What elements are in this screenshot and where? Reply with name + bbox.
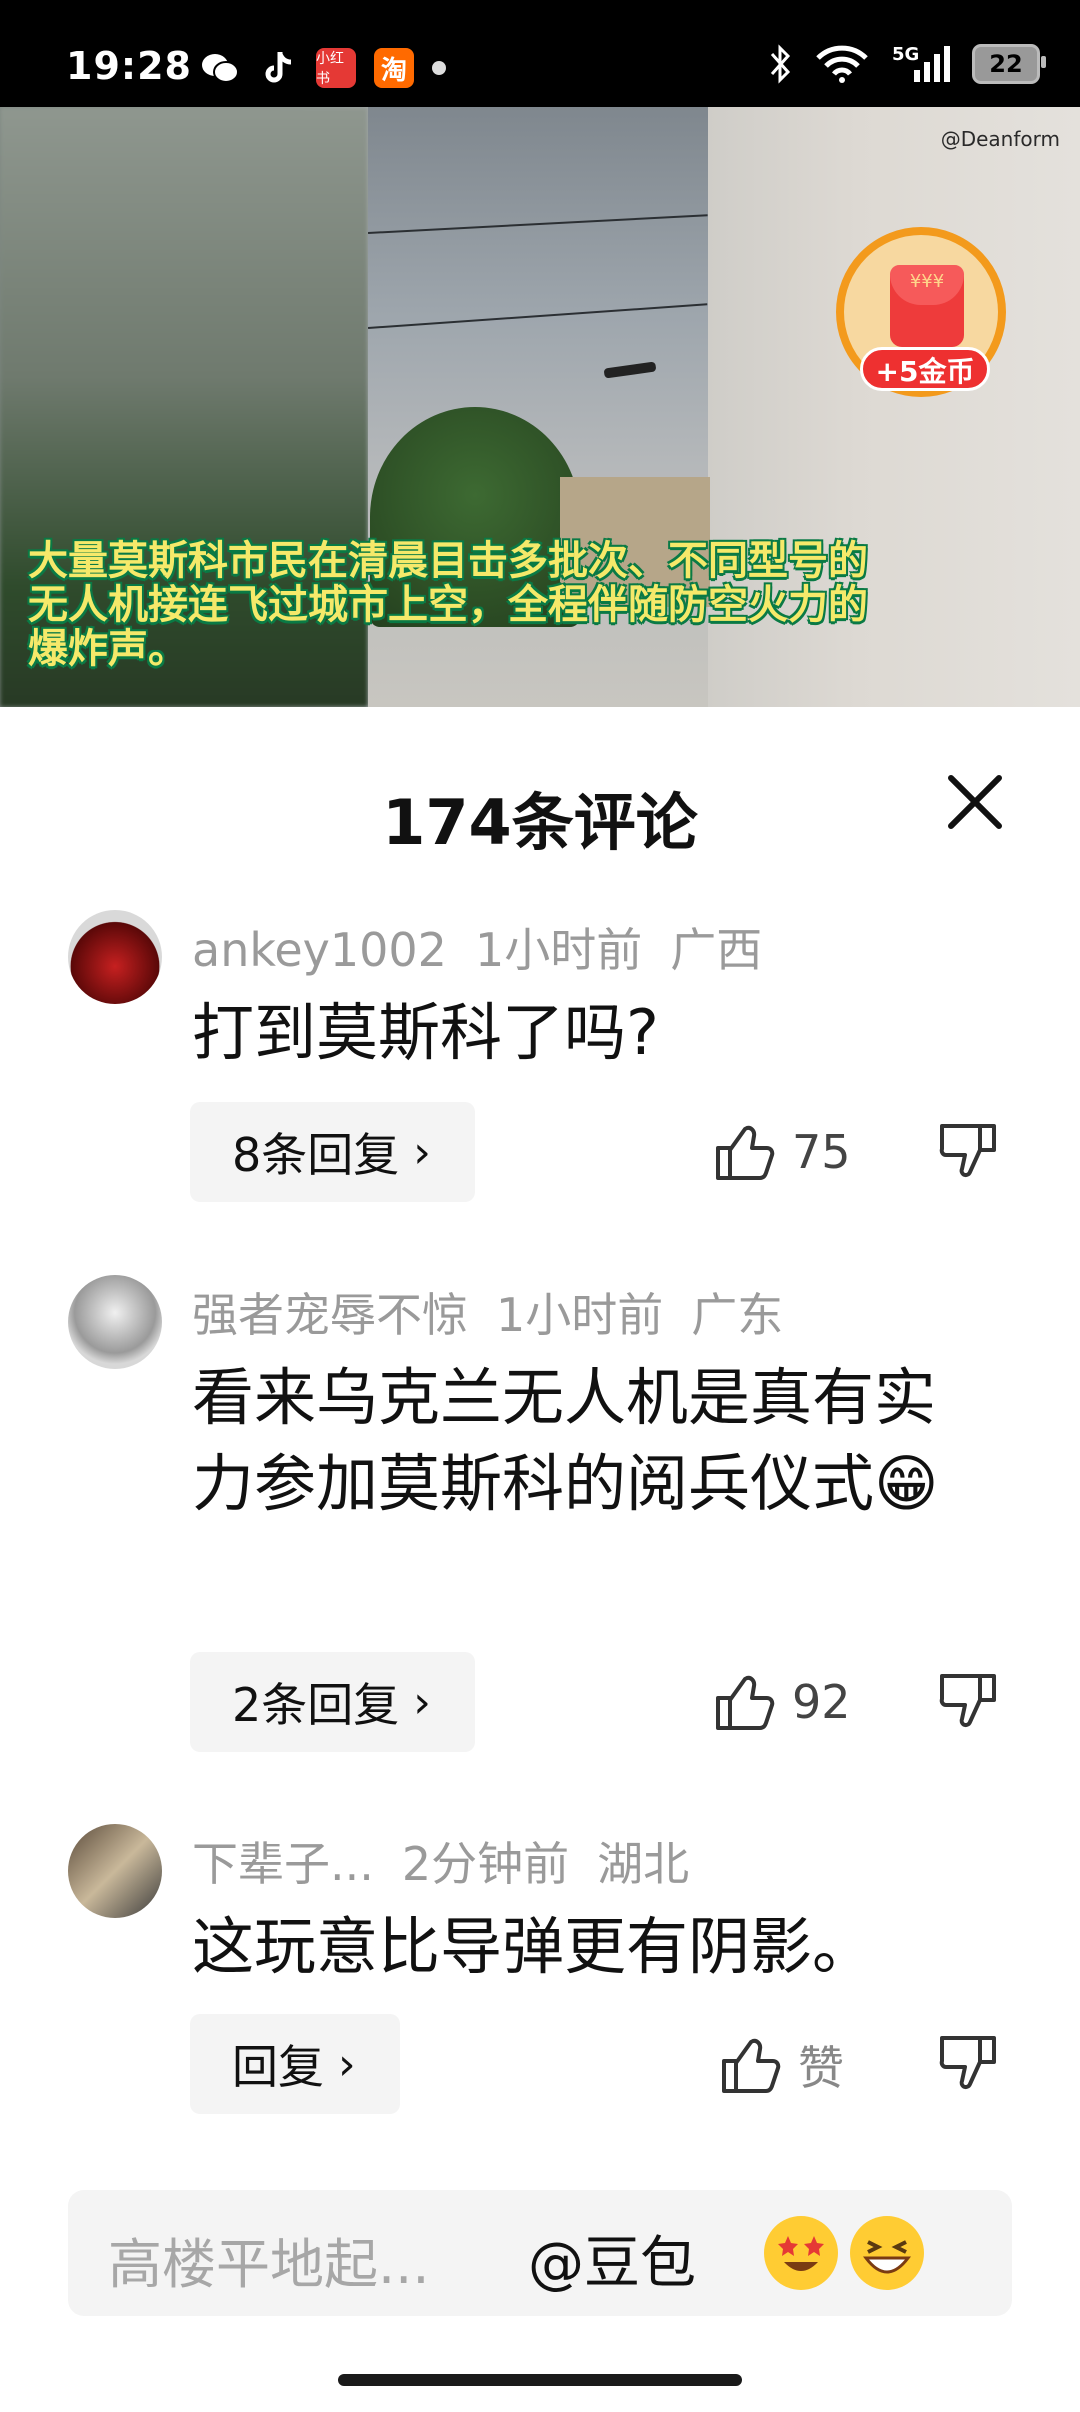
network-type: 5G <box>892 44 920 65</box>
more-notifications-dot <box>432 61 446 75</box>
like-count: 75 <box>792 1125 851 1179</box>
comment-meta: 强者宠辱不惊 1小时前 广东 <box>192 1279 811 1345</box>
star-eyes-emoji-icon <box>766 2218 836 2288</box>
coin-reward-label: +5金币 <box>860 347 990 391</box>
like-count: 92 <box>792 1675 851 1729</box>
dislike-button[interactable] <box>936 1120 1000 1188</box>
like-button[interactable]: 92 <box>712 1670 851 1734</box>
home-indicator[interactable] <box>338 2374 742 2386</box>
thumbs-down-icon <box>939 2036 996 2090</box>
comment-meta: ankey1002 1小时前 广西 <box>192 914 790 980</box>
chevron-right-icon: › <box>413 1126 431 1178</box>
comment-text: 看来乌克兰无人机是真有实力参加莫斯科的阅兵仪式😁 <box>192 1361 939 1520</box>
star-eyes-emoji-button[interactable] <box>764 2216 838 2290</box>
thumbs-down-icon <box>939 1124 996 1178</box>
red-envelope-flap: ¥¥¥ <box>890 265 964 305</box>
comment-input-placeholder[interactable]: 高楼平地起... <box>108 2220 430 2299</box>
view-replies-button[interactable]: 8条回复 › <box>190 1102 475 1202</box>
comments-title: 174条评论 <box>382 786 698 859</box>
wechat-icon <box>200 48 240 88</box>
battery-icon: 22 <box>972 44 1046 84</box>
wifi-icon <box>816 45 868 83</box>
view-replies-button[interactable]: 2条回复 › <box>190 1652 475 1752</box>
thumbs-down-icon <box>939 1674 996 1728</box>
dislike-button[interactable] <box>936 2032 1000 2100</box>
like-label: 赞 <box>798 2041 844 2095</box>
like-button[interactable]: 75 <box>712 1120 851 1184</box>
mention-doubao-button[interactable]: @豆包 <box>528 2218 696 2299</box>
taobao-icon: 淘 <box>374 48 414 88</box>
comment-time: 1小时前 <box>496 1288 664 1342</box>
notification-icons: 小红书 淘 <box>200 48 446 88</box>
chevron-right-icon: › <box>413 1676 431 1728</box>
thumbs-up-icon <box>716 1125 775 1180</box>
replies-label: 2条回复 <box>232 1678 400 1732</box>
avatar[interactable] <box>68 1824 162 1918</box>
comment-input-bar[interactable]: 高楼平地起... @豆包 <box>68 2190 1012 2316</box>
video-player[interactable]: @Deanform 大量莫斯科市民在清晨目击多批次、不同型号的无人机接连飞过城市… <box>0 107 1080 707</box>
xiaohongshu-icon: 小红书 <box>316 48 356 88</box>
username[interactable]: ankey1002 <box>192 923 447 977</box>
comment-text: 打到莫斯科了吗? <box>192 996 659 1069</box>
red-envelope-icon: ¥¥¥ <box>890 265 964 347</box>
comment-meta: 下辈子... 2分钟前 湖北 <box>192 1828 717 1894</box>
dislike-button[interactable] <box>936 1670 1000 1738</box>
chevron-right-icon: › <box>338 2038 356 2090</box>
thumbs-up-icon <box>722 2038 781 2093</box>
comments-sheet: 174条评论 ankey1002 1小时前 广西 打到莫斯科了吗? 8条回复 › 75… <box>0 712 1080 2412</box>
comment-location: 广西 <box>670 923 763 977</box>
comment-time: 1小时前 <box>474 923 643 977</box>
tiktok-icon <box>258 48 298 88</box>
coin-reward-badge[interactable]: ¥¥¥ +5金币 <box>836 227 1006 397</box>
status-bar: 19:28 小红书 淘 5G 22 <box>0 0 1080 107</box>
cellular-signal-icon: 5G <box>892 44 950 84</box>
comment-location: 广东 <box>691 1288 784 1342</box>
reply-button[interactable]: 回复 › <box>190 2014 400 2114</box>
thumbs-up-icon <box>716 1675 775 1730</box>
status-time: 19:28 <box>66 44 192 88</box>
replies-label: 8条回复 <box>232 1128 400 1182</box>
laughing-emoji-icon <box>852 2218 922 2288</box>
video-caption: 大量莫斯科市民在清晨目击多批次、不同型号的无人机接连飞过城市上空，全程伴随防空火… <box>28 538 868 672</box>
avatar[interactable] <box>68 1275 162 1369</box>
laughing-emoji-button[interactable] <box>850 2216 924 2290</box>
comment-text: 这玩意比导弹更有阴影。 <box>192 1910 875 1983</box>
close-button[interactable] <box>945 772 1005 832</box>
system-icons: 5G 22 <box>768 44 1046 84</box>
close-icon <box>948 775 1002 829</box>
username[interactable]: 强者宠辱不惊 <box>192 1288 468 1342</box>
like-button[interactable]: 赞 <box>718 2032 844 2098</box>
username[interactable]: 下辈子... <box>192 1837 374 1891</box>
comment-time: 2分钟前 <box>401 1837 570 1891</box>
bluetooth-icon <box>770 44 791 84</box>
reply-label: 回复 <box>232 2040 324 2094</box>
comment-location: 湖北 <box>597 1837 690 1891</box>
avatar[interactable] <box>68 910 162 1004</box>
video-watermark: @Deanform <box>940 127 1060 151</box>
